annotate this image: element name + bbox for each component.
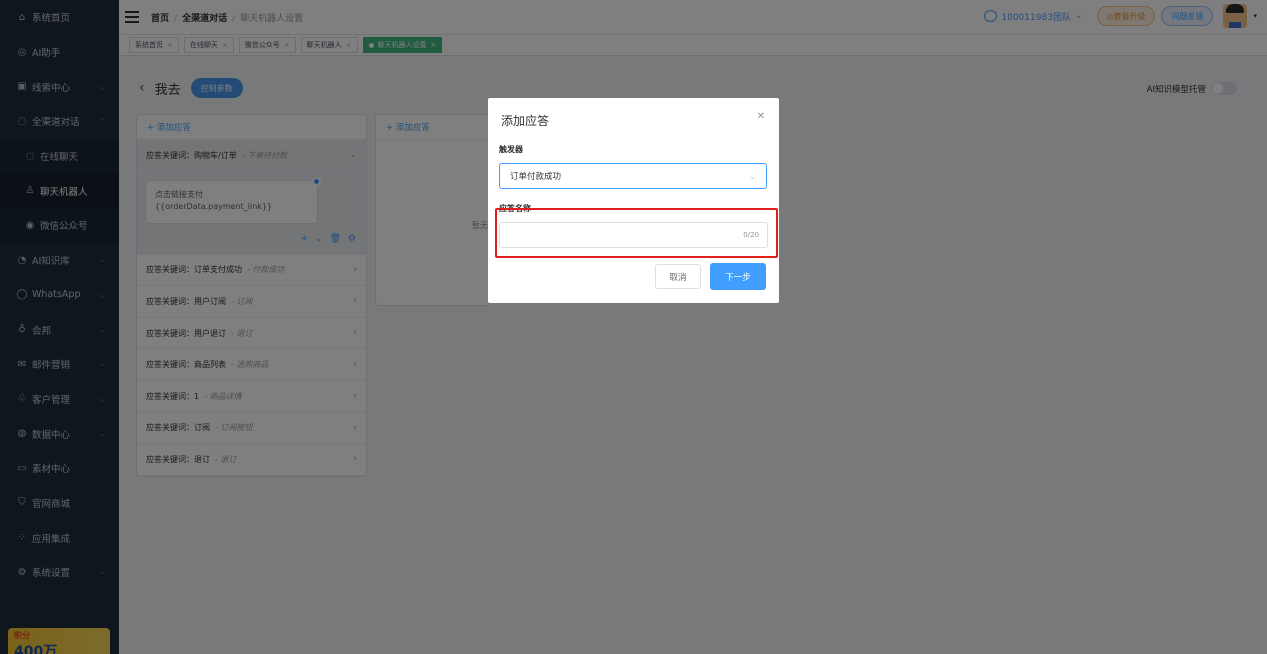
char-counter: 0/20	[743, 231, 759, 239]
add-response-dialog: 添加应答 ✕ 触发器 订单付款成功 ⌄ 应答名称 0/20 取消 下一步	[488, 98, 779, 303]
response-name-label: 应答名称	[499, 204, 531, 213]
trigger-value: 订单付款成功	[510, 172, 562, 182]
chevron-down-icon: ⌄	[749, 171, 756, 181]
dialog-title: 添加应答	[501, 114, 550, 128]
close-icon[interactable]: ✕	[757, 111, 765, 122]
trigger-select[interactable]: 订单付款成功 ⌄	[499, 163, 767, 189]
next-step-button[interactable]: 下一步	[710, 263, 766, 290]
response-name-input[interactable]: 0/20	[499, 222, 768, 248]
cancel-button[interactable]: 取消	[655, 264, 701, 289]
trigger-label: 触发器	[499, 145, 523, 154]
